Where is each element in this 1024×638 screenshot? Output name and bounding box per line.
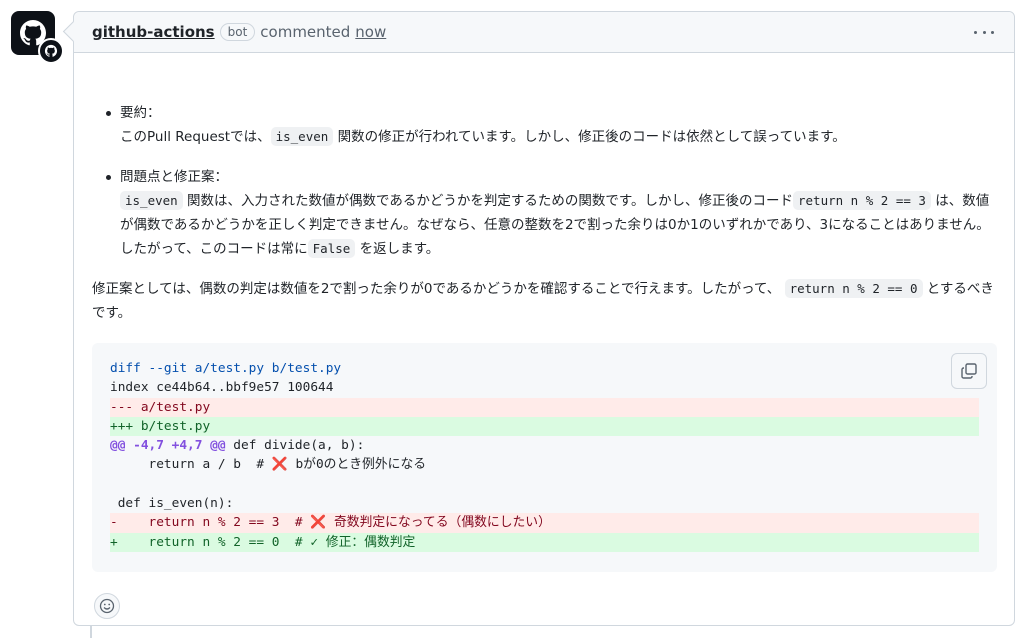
copy-button[interactable]	[951, 353, 987, 389]
code-comment: 奇数判定になってる（偶数にしたい）	[333, 515, 551, 531]
smiley-icon	[99, 598, 115, 614]
add-reaction-button[interactable]	[94, 593, 120, 619]
kebab-icon[interactable]	[974, 23, 994, 41]
code-text: + return n % 2 == 0 #	[110, 534, 311, 550]
code-text: - return n % 2 == 3 #	[110, 515, 311, 531]
summary-text-2: 関数の修正が行われています。しかし、修正後のコードは依然として誤っています。	[337, 129, 846, 145]
issues-text-3: を返します。	[359, 241, 440, 257]
code-line: return a / b # ❌ bが0のとき例外になる	[110, 455, 979, 474]
check-mark-icon: ✓	[310, 534, 319, 550]
summary-text-1: このPull Requestでは、	[120, 129, 271, 145]
proposal-paragraph: 修正案としては、偶数の判定は数値を2で割った余りが0であるかどうかを確認すること…	[92, 277, 998, 325]
issues-text: is_even 関数は、入力された数値が偶数であるかどうかを判定するための関数で…	[120, 189, 998, 261]
proposal-text-1: 修正案としては、偶数の判定は数値を2で割った余りが0であるかどうかを確認すること…	[92, 281, 781, 297]
comment-header: github-actions bot commented now	[74, 12, 1014, 53]
list-item-summary: 要約： このPull Requestでは、 is_even 関数の修正が行われてい…	[92, 101, 998, 149]
comment-action: commented	[260, 23, 351, 41]
summary-title: 要約：	[120, 105, 161, 121]
comment-body: 要約： このPull Requestでは、 is_even 関数の修正が行われてい…	[92, 53, 998, 619]
inline-code: is_even	[120, 191, 183, 210]
code-line: - return n % 2 == 3 # ❌ 奇数判定になってる（偶数にしたい…	[110, 513, 979, 533]
inline-code: is_even	[270, 127, 334, 146]
cross-mark-icon: ❌	[310, 515, 327, 531]
cross-mark-icon: ❌	[271, 457, 288, 473]
code-text: def divide(a, b):	[233, 438, 365, 454]
code-line: --- a/test.py	[110, 397, 979, 417]
issues-title: 問題点と修正案：	[120, 169, 228, 185]
list-item-issues: 問題点と修正案： is_even 関数は、入力された数値が偶数であるかどうかを判…	[92, 165, 998, 261]
github-badge-icon	[38, 38, 64, 64]
code-block: diff --git a/test.py b/test.py index ce4…	[92, 343, 997, 572]
code-line: + return n % 2 == 0 # ✓ 修正：偶数判定	[110, 532, 979, 552]
code-line: @@ -4,7 +4,7 @@ def divide(a, b):	[110, 436, 979, 455]
code-line: index ce44b64..bbf9e57 100644	[110, 380, 334, 396]
bot-badge: bot	[219, 23, 256, 41]
inline-code: return n % 2 == 3	[793, 191, 931, 210]
timestamp-link[interactable]: now	[355, 23, 386, 41]
comment-box: github-actions bot commented now 要約： このP…	[73, 11, 1015, 626]
hunk-header: @@ -4,7 +4,7 @@	[110, 438, 226, 454]
bullet-list: 要約： このPull Requestでは、 is_even 関数の修正が行われてい…	[92, 101, 998, 261]
summary-text: このPull Requestでは、 is_even 関数の修正が行われています。し…	[120, 125, 998, 149]
code-line: +++ b/test.py	[110, 416, 979, 437]
code-comment: 修正：偶数判定	[325, 534, 416, 550]
inline-code: False	[307, 239, 356, 258]
code-text: return a / b #	[110, 457, 272, 473]
copy-icon	[961, 363, 977, 379]
inline-code: return n % 2 == 0	[784, 279, 923, 298]
code-line: diff --git a/test.py b/test.py	[110, 361, 342, 376]
code-line: def is_even(n):	[110, 496, 234, 512]
timeline-line	[90, 626, 92, 638]
issues-text-1: 関数は、入力された数値が偶数であるかどうかを判定するための関数です。しかし、修正…	[186, 193, 793, 209]
code-comment: bが0のとき例外になる	[295, 457, 427, 473]
author-link[interactable]: github-actions	[92, 23, 215, 41]
